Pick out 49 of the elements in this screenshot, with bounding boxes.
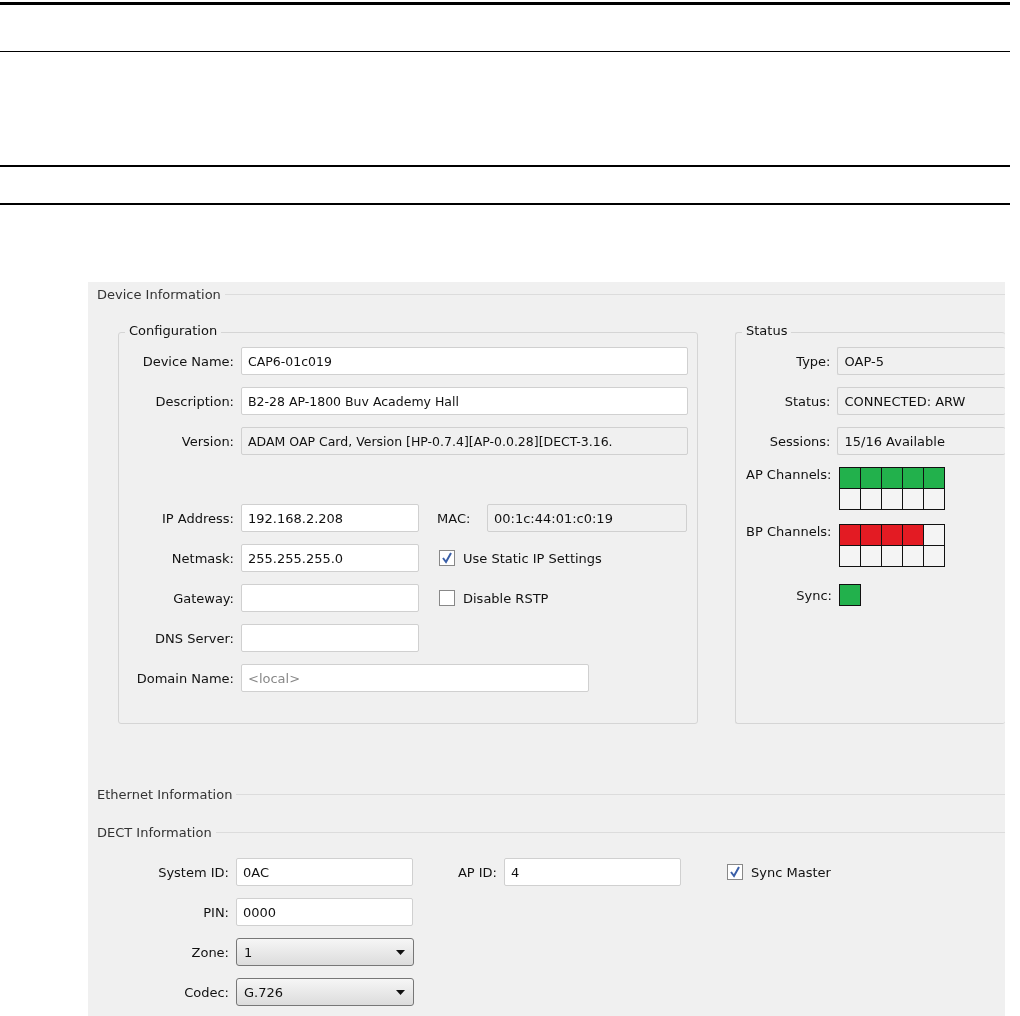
field-label: Domain Name: bbox=[135, 670, 235, 686]
text-field[interactable]: 0AC bbox=[236, 858, 413, 886]
section-title: Device Information bbox=[97, 286, 221, 302]
checkbox[interactable]: Sync Master bbox=[727, 864, 831, 880]
readonly-field: 15/16 Available bbox=[837, 427, 1005, 455]
text-field[interactable] bbox=[241, 624, 419, 652]
text-field[interactable] bbox=[241, 584, 419, 612]
text-field[interactable]: 4 bbox=[504, 858, 681, 886]
field-label: PIN: bbox=[202, 904, 230, 920]
text-field[interactable]: 0000 bbox=[236, 898, 413, 926]
readonly-field: 00:1c:44:01:c0:19 bbox=[487, 504, 687, 532]
caret-icon bbox=[396, 949, 405, 955]
field-label: AP Channels: bbox=[745, 467, 833, 482]
group-title: Status bbox=[742, 323, 792, 338]
field-label: Version: bbox=[180, 433, 235, 449]
field-label: DNS Server: bbox=[154, 630, 235, 646]
field-label: Type: bbox=[795, 353, 832, 369]
readonly-field: OAP-5 bbox=[837, 347, 1005, 375]
field-label: Netmask: bbox=[170, 550, 235, 566]
field-label: Codec: bbox=[183, 984, 230, 1000]
text-field[interactable]: CAP6-01c019 bbox=[241, 347, 688, 375]
field-label: Zone: bbox=[190, 944, 230, 960]
section-title: Ethernet Information bbox=[97, 786, 233, 802]
field-label: Description: bbox=[154, 393, 235, 409]
checkbox[interactable]: Use Static IP Settings bbox=[439, 550, 602, 566]
readonly-field: ADAM OAP Card, Version [HP-0.7.4][AP-0.0.28][DECT-3.16. bbox=[241, 427, 688, 455]
text-field[interactable]: B2-28 AP-1800 Buv Academy Hall bbox=[241, 387, 688, 415]
field-label: AP ID: bbox=[456, 864, 498, 880]
caret-icon bbox=[396, 989, 405, 995]
field-label: Device Name: bbox=[141, 353, 235, 369]
check-icon bbox=[729, 866, 741, 878]
field-label: IP Address: bbox=[161, 510, 235, 526]
field-label: Sessions: bbox=[768, 433, 832, 449]
dropdown[interactable]: 1 bbox=[236, 938, 414, 966]
text-field[interactable]: <local> bbox=[241, 664, 589, 692]
text-field[interactable]: 255.255.255.0 bbox=[241, 544, 419, 572]
field-label: System ID: bbox=[157, 864, 230, 880]
checkbox[interactable]: Disable RSTP bbox=[439, 590, 549, 606]
check-icon bbox=[441, 552, 453, 564]
field-label: Sync: bbox=[795, 587, 833, 603]
field-label: BP Channels: bbox=[745, 524, 833, 539]
section-title: DECT Information bbox=[97, 824, 212, 840]
field-label: Status: bbox=[783, 393, 832, 409]
dropdown[interactable]: G.726 bbox=[236, 978, 414, 1006]
group-title: Configuration bbox=[125, 323, 222, 338]
field-label: MAC: bbox=[437, 510, 472, 526]
field-label: Gateway: bbox=[172, 590, 235, 606]
readonly-field: CONNECTED: ARW bbox=[837, 387, 1005, 415]
text-field[interactable]: 192.168.2.208 bbox=[241, 504, 419, 532]
